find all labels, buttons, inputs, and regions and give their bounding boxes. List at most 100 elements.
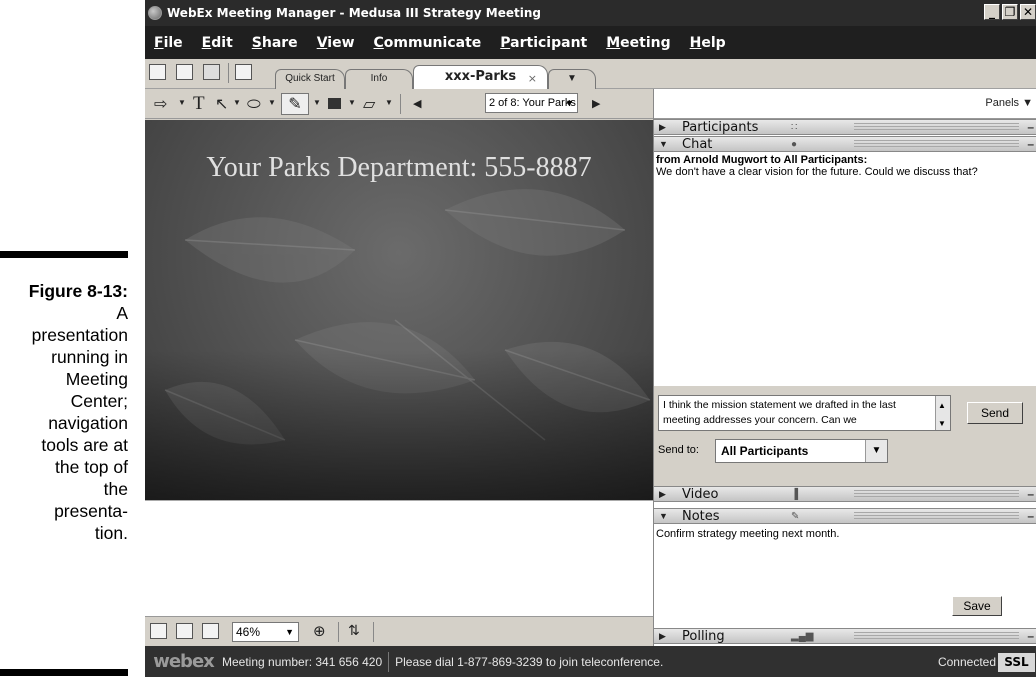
- send-to-label: Send to:: [658, 444, 699, 456]
- tab-close-icon[interactable]: ×: [528, 68, 537, 90]
- collapse-arrow-icon: ▼: [659, 139, 668, 149]
- chevron-down-icon: ▼: [285, 627, 294, 637]
- expand-arrow-icon: ▶: [659, 489, 666, 499]
- save-button[interactable]: Save: [952, 596, 1002, 616]
- minimize-button[interactable]: _: [984, 4, 1000, 20]
- panel-header-chat[interactable]: ▼ Chat ● –: [654, 136, 1036, 152]
- sync-display-icon[interactable]: ⇅: [348, 621, 360, 641]
- minimize-panel-icon[interactable]: –: [1027, 629, 1034, 643]
- menu-view[interactable]: View: [317, 35, 355, 51]
- tab-xxx-parks[interactable]: xxx-Parks ×: [413, 65, 548, 90]
- video-icon: ▐: [791, 489, 799, 500]
- next-page-icon[interactable]: ▶: [592, 94, 600, 114]
- send-to-select[interactable]: All Participants ▼: [715, 439, 888, 463]
- scroll-down-icon[interactable]: ▼: [938, 416, 946, 430]
- minimize-panel-icon[interactable]: –: [1027, 487, 1034, 501]
- panel-participants-label: Participants: [682, 120, 759, 135]
- minimize-panel-icon[interactable]: –: [1027, 137, 1034, 151]
- chevron-down-icon[interactable]: ▼: [268, 98, 276, 107]
- tab-more-icon[interactable]: ▼: [548, 69, 596, 89]
- chevron-down-icon[interactable]: ▼: [178, 98, 186, 107]
- ellipse-tool-icon[interactable]: ⬭: [247, 94, 261, 114]
- color-fill-icon[interactable]: [328, 98, 341, 109]
- menu-edit[interactable]: Edit: [202, 35, 233, 51]
- zoom-value: 46%: [236, 625, 261, 639]
- full-screen-icon[interactable]: [203, 64, 220, 80]
- close-button[interactable]: ✕: [1020, 4, 1036, 20]
- panel-header-participants[interactable]: ▶ Participants ∷ –: [654, 119, 1036, 135]
- presentation-slide: Your Parks Department: 555-8887: [145, 120, 653, 500]
- restore-button[interactable]: ❐: [1002, 4, 1018, 20]
- app-icon: [148, 6, 162, 20]
- notes-text: Confirm strategy meeting next month.: [656, 528, 840, 540]
- chat-message: We don't have a clear vision for the fut…: [656, 166, 978, 178]
- meeting-number: Meeting number: 341 656 420: [222, 654, 383, 669]
- toolbar-separator: [228, 63, 229, 83]
- minimize-panel-icon[interactable]: –: [1027, 509, 1034, 523]
- toolbar-separator: [400, 94, 401, 114]
- tab-info[interactable]: Info: [345, 69, 413, 89]
- tab-quick-start[interactable]: Quick Start: [275, 69, 345, 89]
- panels-button[interactable]: Panels ▼: [985, 97, 1033, 109]
- send-button[interactable]: Send: [967, 402, 1023, 424]
- panel-header-video[interactable]: ▶ Video ▐ –: [654, 486, 1036, 502]
- line-tool-icon[interactable]: ↖: [215, 94, 228, 114]
- connection-status: Connected: [937, 655, 996, 669]
- zoom-icon[interactable]: ⊕: [313, 621, 326, 641]
- chat-input-scrollbar[interactable]: ▲ ▼: [935, 396, 950, 430]
- dial-info: Please dial 1-877-869-3239 to join telec…: [395, 654, 664, 669]
- menu-participant[interactable]: Participant: [500, 35, 587, 51]
- panel-header-notes[interactable]: ▼ Notes ✎ –: [654, 508, 1036, 524]
- chat-input-text: I think the mission statement we drafted…: [663, 399, 896, 426]
- menu-help[interactable]: Help: [690, 35, 726, 51]
- webex-logo: webex: [153, 651, 215, 672]
- pointer-arrow-icon[interactable]: ⇨: [154, 94, 167, 114]
- chevron-down-icon[interactable]: ▼: [313, 98, 321, 107]
- caption-bottom-rule: [0, 669, 128, 676]
- panel-header-polling[interactable]: ▶ Polling ▂▄▆ –: [654, 628, 1036, 644]
- chat-log: from Arnold Mugwort to All Participants:…: [654, 152, 1036, 386]
- chevron-down-icon: ▼: [865, 440, 887, 462]
- grip-lines: [854, 140, 1019, 148]
- toolbar-separator: [338, 622, 339, 642]
- chevron-down-icon[interactable]: ▼: [385, 98, 393, 107]
- grip-lines: [854, 123, 1019, 131]
- notes-pen-icon: ✎: [791, 511, 800, 522]
- thumbnail-view-icon[interactable]: [150, 623, 167, 639]
- document-icon[interactable]: [149, 64, 166, 80]
- chevron-down-icon[interactable]: ▼: [348, 98, 356, 107]
- fit-view-icon[interactable]: [202, 623, 219, 639]
- menu-bar: File Edit Share View Communicate Partici…: [145, 26, 1036, 59]
- caption-text: Figure 8-13: A presentation running in M…: [0, 280, 128, 544]
- minimize-panel-icon[interactable]: –: [1027, 120, 1034, 134]
- send-to-value: All Participants: [721, 444, 809, 458]
- slide-title: Your Parks Department: 555-8887: [206, 152, 592, 183]
- chevron-down-icon[interactable]: ▼: [233, 98, 241, 107]
- previous-page-icon[interactable]: ◀: [413, 94, 421, 114]
- status-bar: webex Meeting number: 341 656 420 Please…: [145, 646, 1036, 677]
- menu-meeting[interactable]: Meeting: [606, 35, 670, 51]
- toolbar-separator: [373, 622, 374, 642]
- participants-icon: ∷: [791, 122, 798, 133]
- page-select[interactable]: 2 of 8: Your Parks D ▼: [485, 93, 578, 113]
- eraser-icon[interactable]: ▱: [363, 94, 375, 114]
- layout-icon[interactable]: [176, 64, 193, 80]
- collapse-arrow-icon: ▼: [659, 511, 668, 521]
- caption-body: A presentation running in Meeting Center…: [31, 303, 128, 543]
- figure-caption: Figure 8-13: A presentation running in M…: [0, 0, 150, 677]
- document-toolbar: Quick Start Info xxx-Parks × ▼: [145, 59, 1036, 90]
- pen-tool-icon[interactable]: ✎: [281, 93, 309, 115]
- chat-compose-area: I think the mission statement we drafted…: [654, 386, 1036, 486]
- annotate-icon[interactable]: [235, 64, 252, 80]
- chat-input[interactable]: I think the mission statement we drafted…: [658, 395, 951, 431]
- scroll-up-icon[interactable]: ▲: [938, 398, 946, 413]
- panels-column: Panels ▼ ▶ Participants ∷ – ▼ Chat ● – f…: [653, 89, 1036, 646]
- menu-share[interactable]: Share: [252, 35, 298, 51]
- zoom-select[interactable]: 46% ▼: [232, 622, 299, 642]
- text-tool-icon[interactable]: T: [193, 94, 205, 114]
- polling-bars-icon: ▂▄▆: [791, 631, 814, 642]
- menu-file[interactable]: File: [154, 35, 183, 51]
- menu-communicate[interactable]: Communicate: [374, 35, 482, 51]
- panel-video-label: Video: [682, 487, 719, 502]
- list-view-icon[interactable]: [176, 623, 193, 639]
